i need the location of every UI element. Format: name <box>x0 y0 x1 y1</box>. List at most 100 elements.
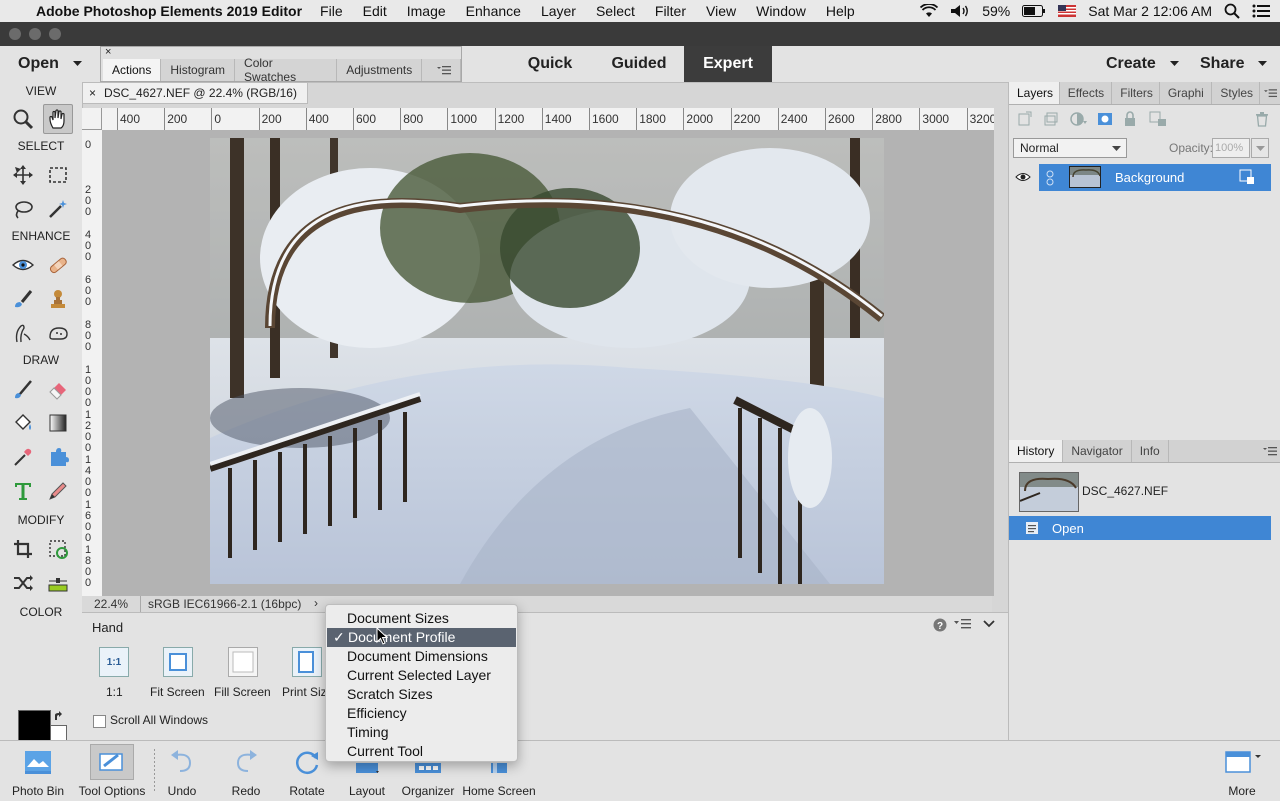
adjustment-layer-icon[interactable] <box>1069 111 1087 130</box>
foreground-color-swatch[interactable] <box>18 710 51 743</box>
blend-mode-select[interactable]: Normal <box>1013 138 1127 158</box>
layer-mask-icon[interactable] <box>1097 111 1113 130</box>
opacity-dropdown-button[interactable] <box>1251 138 1269 158</box>
move-tool[interactable] <box>8 160 38 190</box>
eyedropper-tool[interactable] <box>8 442 38 472</box>
dropdown-item-efficiency[interactable]: Efficiency <box>326 704 517 723</box>
mode-tab-expert[interactable]: Expert <box>684 46 772 82</box>
tab-history[interactable]: History <box>1009 440 1064 462</box>
one-to-one-button[interactable]: 1:1 <box>99 647 129 677</box>
zoom-level[interactable]: 22.4% <box>94 597 128 611</box>
layer-link-icon[interactable] <box>1045 170 1055 189</box>
print-size-button[interactable] <box>292 647 322 677</box>
tab-graphics[interactable]: Graphi <box>1160 82 1213 104</box>
content-aware-move-tool[interactable] <box>8 568 38 598</box>
layer-visibility-eye-icon[interactable] <box>1015 171 1031 186</box>
layer-name[interactable]: Background <box>1115 170 1184 185</box>
tab-color-swatches[interactable]: Color Swatches <box>235 56 338 84</box>
layer-row-background[interactable]: Background <box>1039 164 1271 191</box>
type-tool[interactable] <box>8 476 38 506</box>
gradient-tool[interactable] <box>43 408 73 438</box>
lock-all-icon[interactable] <box>1123 111 1137 130</box>
fill-screen-button[interactable] <box>228 647 258 677</box>
menu-window[interactable]: Window <box>756 3 806 19</box>
dropdown-item-current-tool[interactable]: Current Tool <box>326 742 517 761</box>
straighten-tool[interactable] <box>43 568 73 598</box>
notification-center-icon[interactable] <box>1252 4 1270 18</box>
smart-brush-tool[interactable] <box>8 284 38 314</box>
delete-layer-trash-icon[interactable] <box>1255 111 1269 130</box>
tab-styles[interactable]: Styles <box>1212 82 1260 104</box>
help-icon[interactable]: ? <box>933 618 947 635</box>
options-menu-icon[interactable] <box>954 618 972 633</box>
tool-options-button[interactable]: Tool Options <box>74 741 150 801</box>
paint-bucket-tool[interactable] <box>8 408 38 438</box>
tab-layers[interactable]: Layers <box>1009 82 1060 104</box>
menubar-clock[interactable]: Sat Mar 2 12:06 AM <box>1088 3 1212 19</box>
sponge-tool[interactable] <box>43 318 73 348</box>
lock-transparent-icon[interactable] <box>1149 111 1167 130</box>
tab-filters[interactable]: Filters <box>1112 82 1160 104</box>
undo-button[interactable]: Undo <box>158 741 206 801</box>
red-eye-tool[interactable] <box>8 250 38 280</box>
menu-view[interactable]: View <box>706 3 736 19</box>
zoom-tool[interactable] <box>8 104 38 134</box>
menu-edit[interactable]: Edit <box>363 3 387 19</box>
app-name-menu[interactable]: Adobe Photoshop Elements 2019 Editor <box>36 3 302 19</box>
tab-actions[interactable]: Actions <box>103 59 162 81</box>
brush-tool[interactable] <box>8 374 38 404</box>
custom-shape-tool[interactable] <box>43 442 73 472</box>
mode-tab-guided[interactable]: Guided <box>600 46 678 82</box>
panel-menu-icon[interactable] <box>422 59 461 81</box>
layer-style-icon[interactable] <box>1239 169 1255 188</box>
menu-select[interactable]: Select <box>596 3 635 19</box>
dropdown-item-document-sizes[interactable]: Document Sizes <box>326 609 517 628</box>
recompose-tool[interactable] <box>43 534 73 564</box>
blur-tool[interactable] <box>8 318 38 348</box>
magic-wand-tool[interactable] <box>43 194 73 224</box>
clone-stamp-tool[interactable] <box>43 284 73 314</box>
fit-screen-button[interactable] <box>163 647 193 677</box>
menu-layer[interactable]: Layer <box>541 3 576 19</box>
spotlight-search-icon[interactable] <box>1224 3 1240 19</box>
dropdown-item-timing[interactable]: Timing <box>326 723 517 742</box>
dropdown-item-scratch-sizes[interactable]: Scratch Sizes <box>326 685 517 704</box>
document-photo[interactable] <box>208 138 886 584</box>
create-button[interactable]: Create <box>1106 46 1179 82</box>
menu-help[interactable]: Help <box>826 3 855 19</box>
share-button[interactable]: Share <box>1200 46 1268 82</box>
menu-image[interactable]: Image <box>407 3 446 19</box>
spot-healing-tool[interactable] <box>43 250 73 280</box>
tab-navigator[interactable]: Navigator <box>1063 440 1132 462</box>
flag-icon[interactable] <box>1058 5 1077 17</box>
layers-panel-menu-icon[interactable] <box>1260 82 1280 104</box>
history-panel-menu-icon[interactable] <box>1259 440 1280 462</box>
document-close-icon[interactable]: × <box>89 86 96 100</box>
hand-tool[interactable] <box>43 104 73 134</box>
eraser-tool[interactable] <box>43 374 73 404</box>
new-group-icon[interactable] <box>1043 111 1059 130</box>
battery-icon[interactable] <box>1022 5 1046 17</box>
tab-effects[interactable]: Effects <box>1060 82 1113 104</box>
new-layer-icon[interactable] <box>1017 111 1033 130</box>
wifi-icon[interactable] <box>920 4 939 18</box>
document-tab[interactable]: × DSC_4627.NEF @ 22.4% (RGB/16) <box>82 82 308 104</box>
redo-button[interactable]: Redo <box>222 741 270 801</box>
menu-filter[interactable]: Filter <box>655 3 686 19</box>
window-close-button[interactable] <box>9 28 21 40</box>
mode-tab-quick[interactable]: Quick <box>514 46 586 82</box>
crop-tool[interactable] <box>8 534 38 564</box>
window-zoom-button[interactable] <box>49 28 61 40</box>
swap-colors-icon[interactable] <box>53 711 65 726</box>
more-button[interactable]: More <box>1214 741 1270 801</box>
dropdown-item-document-dimensions[interactable]: Document Dimensions <box>326 647 517 666</box>
window-minimize-button[interactable] <box>29 28 41 40</box>
pencil-tool[interactable] <box>43 476 73 506</box>
status-menu-arrow-icon[interactable]: › <box>314 596 318 610</box>
dropdown-item-document-profile[interactable]: ✓ Document Profile <box>327 628 516 647</box>
floating-panel-close-icon[interactable]: × <box>105 46 111 58</box>
open-button[interactable]: Open <box>0 46 100 82</box>
history-step-open[interactable]: Open <box>1009 516 1271 540</box>
ruler-origin[interactable] <box>82 108 102 130</box>
dropdown-item-current-selected-layer[interactable]: Current Selected Layer <box>326 666 517 685</box>
